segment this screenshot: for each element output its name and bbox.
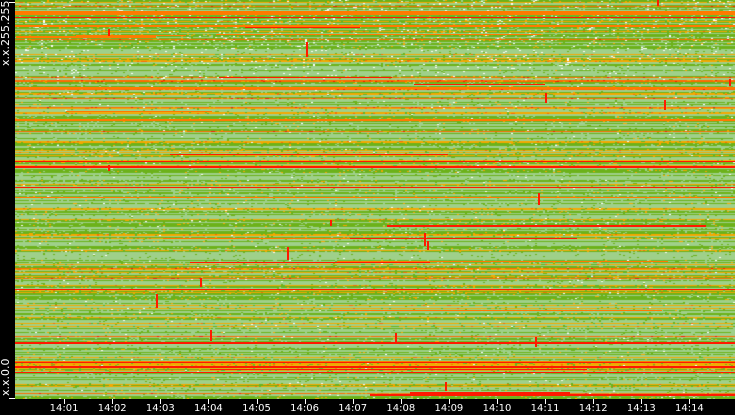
heatmap-row-highlight — [370, 394, 735, 396]
x-tick-label: 14:05 — [242, 403, 271, 414]
heatmap-row-highlight — [216, 34, 541, 35]
y-tick-bottom — [9, 398, 15, 399]
heatmap-burst-mark — [287, 247, 289, 260]
heatmap-row-highlight — [15, 289, 735, 290]
heatmap-burst-mark — [108, 29, 110, 36]
heatmap-burst-mark — [200, 278, 202, 287]
x-tick-label: 14:03 — [145, 403, 175, 414]
x-tick-label: 14:14 — [674, 403, 704, 414]
x-tick-label: 14:06 — [290, 403, 320, 414]
heatmap-row-highlight — [333, 310, 662, 311]
heatmap-row-highlight — [15, 13, 735, 15]
heatmap-row-highlight — [66, 111, 212, 112]
heatmap-row-highlight — [15, 87, 735, 89]
heatmap-row-highlight — [387, 225, 706, 227]
x-tick-label: 14:13 — [626, 403, 656, 414]
heatmap-burst-mark — [330, 220, 332, 226]
heatmap-row-highlight — [15, 366, 735, 368]
heatmap-row-highlight — [15, 361, 735, 362]
heatmap-row-highlight — [210, 369, 587, 370]
heatmap-row-highlight — [15, 11, 735, 13]
heatmap-row-highlight — [15, 342, 735, 344]
heatmap-row-highlight — [15, 119, 735, 121]
heatmap-row-highlight — [310, 238, 577, 239]
heatmap-burst-mark — [445, 382, 447, 391]
heatmap-row-highlight — [163, 238, 350, 239]
heatmap-row-highlight — [170, 154, 448, 155]
heatmap-row-highlight — [15, 187, 735, 188]
x-tick-label: 14:11 — [530, 403, 560, 414]
heatmap-burst-mark — [427, 241, 429, 250]
x-tick-label: 14:07 — [338, 403, 368, 414]
heatmap-row-highlight — [15, 362, 735, 363]
heatmap-row-highlight — [410, 392, 570, 394]
heatmap-burst-mark — [535, 337, 537, 347]
heatmap-highlight-lines — [15, 0, 735, 396]
heatmap-row-highlight — [15, 372, 735, 373]
heatmap-burst-mark — [538, 193, 540, 205]
x-tick-label: 14:01 — [49, 403, 79, 414]
heatmap-row-highlight — [190, 262, 430, 263]
heatmap-row-highlight — [414, 84, 545, 85]
heatmap-plot-area — [15, 0, 735, 399]
heatmap-burst-mark — [210, 330, 212, 341]
x-tick-label: 14:04 — [193, 403, 223, 414]
heatmap-row-highlight — [16, 36, 156, 38]
heatmap-row-highlight — [15, 17, 735, 18]
heatmap-burst-mark — [424, 233, 426, 246]
heatmap-row-highlight — [15, 25, 735, 27]
heatmap-burst-mark — [108, 165, 110, 171]
x-tick-label: 14:02 — [97, 403, 127, 414]
heatmap-burst-mark — [664, 100, 666, 110]
heatmap-burst-mark — [657, 0, 659, 6]
x-tick-label: 14:08 — [386, 403, 416, 414]
y-label-top: x.x.255.255 — [0, 0, 12, 66]
y-label-bottom: x.x.0.0 — [0, 358, 12, 396]
heatmap-row-highlight — [245, 27, 360, 28]
heatmap-burst-mark — [156, 294, 158, 308]
heatmap-row-highlight — [219, 77, 392, 78]
x-tick-label: 14:10 — [482, 403, 512, 414]
heatmap-row-highlight — [15, 166, 735, 168]
x-tick-label: 14:12 — [578, 403, 608, 414]
heatmap-burst-mark — [545, 93, 547, 103]
heatmap-row-highlight — [337, 261, 668, 262]
heatmap-burst-mark — [395, 333, 397, 342]
heatmap-burst-mark — [306, 42, 308, 57]
x-tick-label: 14:09 — [434, 403, 464, 414]
heatmap-row-highlight — [15, 197, 735, 198]
heatmap-row-highlight — [15, 161, 735, 162]
heatmap-row-highlight — [76, 35, 186, 36]
heatmap-burst-mark — [729, 79, 731, 86]
